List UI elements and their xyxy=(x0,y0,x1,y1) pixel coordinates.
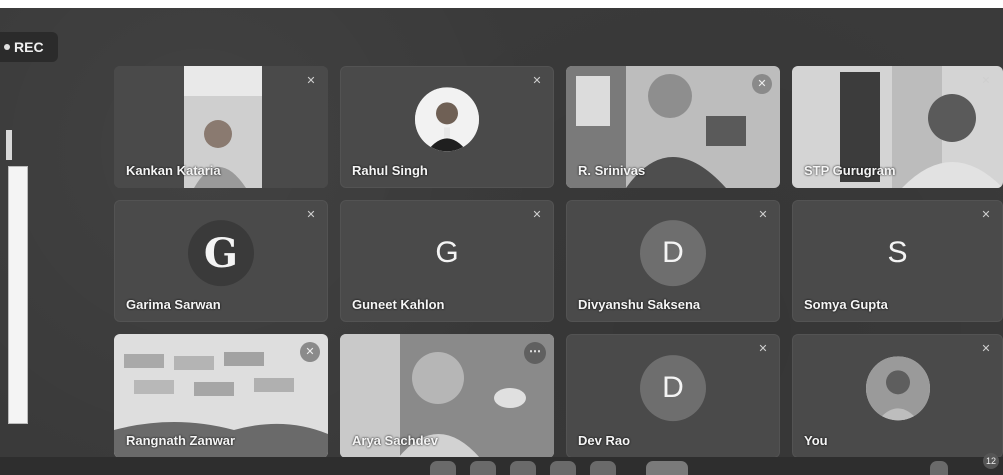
mic-off-icon: ✕ xyxy=(981,75,991,87)
avatar xyxy=(415,87,479,152)
control-button[interactable] xyxy=(430,461,456,475)
avatar xyxy=(865,356,930,421)
participant-name: Kankan Kataria xyxy=(126,163,221,178)
control-button[interactable] xyxy=(470,461,496,475)
participant-name: Rangnath Zanwar xyxy=(126,433,236,448)
participant-tile[interactable]: S ✕ Somya Gupta xyxy=(792,200,1003,322)
side-panel[interactable] xyxy=(8,166,28,424)
participant-name: Arya Sachdev xyxy=(352,433,438,448)
participant-name: Somya Gupta xyxy=(804,297,888,312)
avatar: D xyxy=(640,355,706,422)
participant-name: Dev Rao xyxy=(578,433,631,448)
recording-indicator: REC xyxy=(0,32,58,62)
participant-name: Divyanshu Saksena xyxy=(578,297,701,312)
participant-name: Guneet Kahlon xyxy=(352,297,445,312)
control-bar xyxy=(0,457,1003,475)
mic-off-icon: ✕ xyxy=(306,209,316,221)
mic-off-icon: ✕ xyxy=(532,75,542,87)
control-button[interactable] xyxy=(590,461,616,475)
mic-off-icon: ✕ xyxy=(981,343,991,355)
participant-tile[interactable]: G ✕ Garima Sarwan xyxy=(114,200,328,322)
control-button[interactable] xyxy=(510,461,536,475)
participant-tile[interactable]: ✕ STP Gurugram xyxy=(792,66,1003,188)
participant-name: Garima Sarwan xyxy=(126,297,221,312)
avatar: D xyxy=(640,220,706,287)
participant-name: STP Gurugram xyxy=(804,163,896,178)
avatar: G xyxy=(188,220,254,287)
participant-name: R. Srinivas xyxy=(578,163,646,178)
mic-off-icon: ✕ xyxy=(532,209,542,221)
participant-tile[interactable]: ✕ Rahul Singh xyxy=(340,66,554,188)
avatar-letter: D xyxy=(662,371,684,405)
avatar-letter: S xyxy=(887,236,908,270)
participant-count-badge[interactable]: 12 xyxy=(983,453,999,469)
avatar: S xyxy=(865,220,931,286)
avatar: G xyxy=(414,220,480,286)
participant-name: Rahul Singh xyxy=(352,163,428,178)
more-options-icon[interactable]: ⋯ xyxy=(524,342,546,364)
participant-tile[interactable]: G ✕ Guneet Kahlon xyxy=(340,200,554,322)
mic-off-icon: ✕ xyxy=(981,209,991,221)
recording-label: REC xyxy=(14,39,44,55)
control-button[interactable] xyxy=(550,461,576,475)
info-button[interactable] xyxy=(930,461,948,475)
leave-call-button[interactable] xyxy=(646,461,688,475)
mic-off-icon: ✕ xyxy=(752,74,772,94)
participant-tile[interactable]: D ✕ Divyanshu Saksena xyxy=(566,200,780,322)
avatar-letter: D xyxy=(662,236,684,270)
avatar-letter: G xyxy=(435,236,459,270)
avatar-photo-image xyxy=(415,87,479,152)
recording-dot-icon xyxy=(4,44,10,50)
participant-tile[interactable]: ✕ You xyxy=(792,334,1003,458)
mic-off-icon: ✕ xyxy=(306,75,316,87)
participant-name: You xyxy=(804,433,828,448)
avatar-photo-image xyxy=(865,356,930,421)
participant-tile[interactable]: ⋯ Arya Sachdev xyxy=(340,334,554,458)
mic-off-icon: ✕ xyxy=(758,343,768,355)
mic-off-icon: ✕ xyxy=(300,342,320,362)
participant-tile[interactable]: D ✕ Dev Rao xyxy=(566,334,780,458)
participant-tile[interactable]: ✕ Kankan Kataria xyxy=(114,66,328,188)
participant-tile[interactable]: ✕ R. Srinivas xyxy=(566,66,780,188)
participant-tile[interactable]: ✕ Rangnath Zanwar xyxy=(114,334,328,458)
participant-count: 12 xyxy=(985,456,996,466)
mic-off-icon: ✕ xyxy=(758,209,768,221)
side-handle[interactable] xyxy=(6,130,12,160)
avatar-letter: G xyxy=(203,229,239,277)
meeting-stage: REC ✕ Kankan Kataria ✕ Rahul Singh ✕ R. … xyxy=(0,8,1003,475)
